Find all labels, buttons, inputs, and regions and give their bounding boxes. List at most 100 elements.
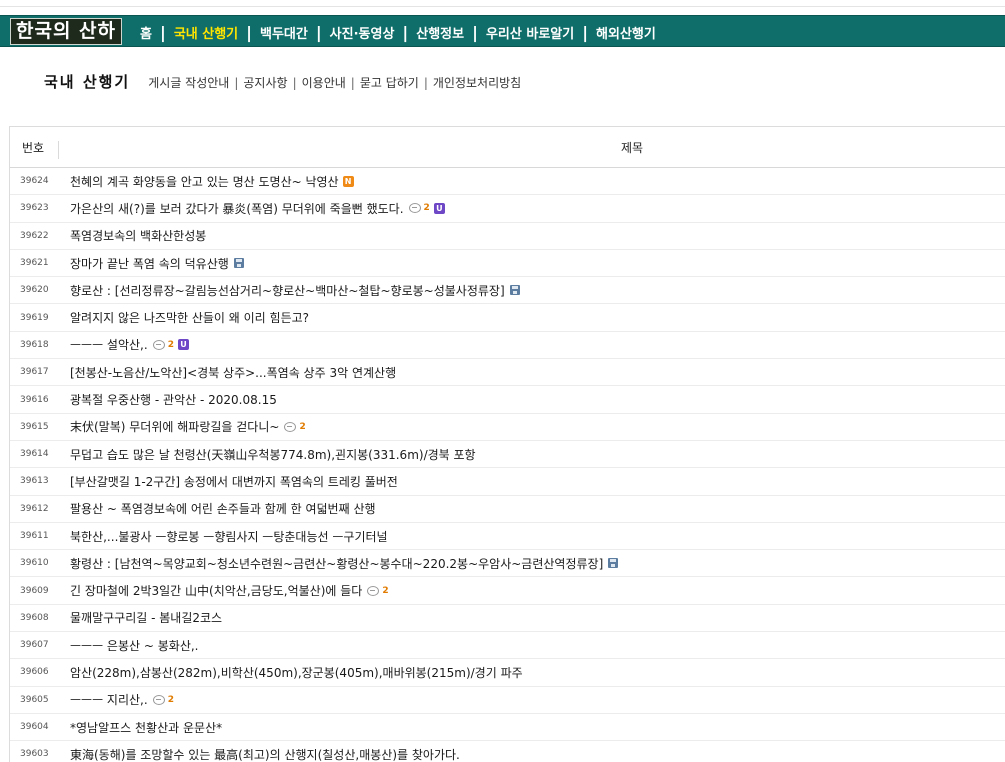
nav-separator: |: [402, 22, 409, 42]
post-row: 39622 폭염경보속의 백화산한성봉: [10, 223, 1005, 250]
post-title-link[interactable]: 광복절 우중산행 - 관악산 - 2020.08.15: [70, 391, 277, 408]
post-title-cell: 황령산 : [남천역~목양교회~청소년수련원~금련산~황령산~봉수대~220.2…: [70, 550, 619, 576]
post-row: 39620 향로산 : [선리정류장~갈림능선삼거리~향로산~백마산~철탑~향로봉…: [10, 277, 1005, 305]
post-title-cell: 팔용산 ~ 폭염경보속에 어린 손주들과 함께 한 여덟번째 산행: [70, 496, 376, 522]
updated-post-badge-icon: U: [177, 339, 189, 351]
nav-separator: |: [582, 22, 589, 42]
comment-count[interactable]: 2: [299, 422, 305, 432]
post-number: 39616: [20, 394, 49, 405]
board-link[interactable]: 개인정보처리방침: [433, 76, 521, 90]
post-number: 39617: [20, 367, 49, 378]
nav-separator: |: [315, 22, 322, 42]
site-logo[interactable]: 한국의 산하: [10, 18, 123, 45]
comment-count[interactable]: 2: [168, 340, 174, 350]
post-row: 39605 ㅡㅡㅡ 지리산,. 2: [10, 687, 1005, 714]
post-title-link[interactable]: 팔용산 ~ 폭염경보속에 어린 손주들과 함께 한 여덟번째 산행: [70, 500, 376, 517]
attachment-disk-icon: [509, 285, 520, 296]
board-subheader: 국내 산행기 게시글 작성안내 | 공지사항 | 이용안내 | 묻고 답하기 | 개인정보처리방…: [44, 70, 521, 92]
post-title-cell: ㅡㅡㅡ 은봉산 ~ 봉화산,.: [70, 632, 199, 658]
nav-item[interactable]: 산행정보: [416, 23, 464, 42]
nav-item[interactable]: 홈: [140, 23, 152, 42]
post-row: 39609 긴 장마철에 2박3일간 山中(치악산,금당도,억불산)에 들다 2: [10, 577, 1005, 605]
post-title-cell: 末伏(말복) 무더위에 해파랑길을 걷다니~ 2: [70, 414, 306, 440]
post-row: 39613 [부산갈맷길 1-2구간] 송정에서 대변까지 폭염속의 트레킹 풀버…: [10, 468, 1005, 496]
post-title-link[interactable]: 물깨말구구리길 - 봄내길2코스: [70, 609, 222, 626]
post-title-link[interactable]: ㅡㅡㅡ 지리산,.: [70, 691, 148, 708]
post-title-link[interactable]: ㅡㅡㅡ 설악산,.: [70, 336, 148, 353]
post-number: 39611: [20, 531, 49, 541]
nav-item[interactable]: 국내 산행기: [174, 23, 238, 42]
post-title-link[interactable]: 末伏(말복) 무더위에 해파랑길을 걷다니~: [70, 418, 279, 435]
post-title-cell: 북한산,...불광사 ㅡ향로봉 ㅡ향림사지 ㅡ탕춘대능선 ㅡ구기터널: [70, 523, 388, 549]
post-title-link[interactable]: [부산갈맷길 1-2구간] 송정에서 대변까지 폭염속의 트레킹 풀버전: [70, 473, 398, 490]
section-title: 국내 산행기: [44, 72, 131, 91]
nav-item-label[interactable]: 백두대간: [260, 23, 308, 42]
board-link[interactable]: 이용안내: [302, 76, 346, 90]
link-separator: |: [234, 75, 239, 90]
post-number: 39614: [20, 449, 49, 460]
post-row: 39611 북한산,...불광사 ㅡ향로봉 ㅡ향림사지 ㅡ탕춘대능선 ㅡ구기터널: [10, 523, 1005, 551]
post-number: 39621: [20, 258, 49, 269]
post-title-link[interactable]: ㅡㅡㅡ 은봉산 ~ 봉화산,.: [70, 637, 199, 654]
header-divider: [58, 141, 59, 159]
comment-icon: [152, 339, 165, 350]
post-title-cell: [부산갈맷길 1-2구간] 송정에서 대변까지 폭염속의 트레킹 풀버전: [70, 468, 398, 494]
post-title-link[interactable]: 폭염경보속의 백화산한성봉: [70, 227, 206, 244]
attachment-disk-icon: [608, 558, 619, 569]
post-title-link[interactable]: 東海(동해)를 조망할수 있는 最高(최고)의 산행지(칠성산,매봉산)를 찾아…: [70, 746, 460, 762]
nav-item-label[interactable]: 사진·동영상: [330, 23, 395, 42]
nav-item-label[interactable]: 홈: [140, 23, 152, 42]
nav-item[interactable]: 백두대간: [260, 23, 308, 42]
nav-item-label[interactable]: 산행정보: [416, 23, 464, 42]
post-title-link[interactable]: 향로산 : [선리정류장~갈림능선삼거리~향로산~백마산~철탑~향로봉~성불사정…: [70, 282, 505, 299]
post-title-link[interactable]: 장마가 끝난 폭염 속의 덕유산행: [70, 255, 229, 272]
post-title-link[interactable]: 무덥고 습도 많은 날 천령산(天嶺山우척봉774.8m),괸지봉(331.6m…: [70, 446, 476, 463]
post-row: 39606 암산(228m),삼봉산(282m),비학산(450m),장군봉(40…: [10, 659, 1005, 687]
post-rows: 39624 천혜의 계곡 화양동을 안고 있는 명산 도명산~ 낙영산 N 39623…: [10, 168, 1005, 762]
board-link[interactable]: 공지사항: [243, 76, 287, 90]
link-separator: |: [423, 75, 428, 90]
board-link[interactable]: 묻고 답하기: [360, 76, 419, 90]
post-title-link[interactable]: *영남알프스 천황산과 운문산*: [70, 719, 222, 736]
post-row: 39607 ㅡㅡㅡ 은봉산 ~ 봉화산,.: [10, 632, 1005, 660]
post-title-cell: ㅡㅡㅡ 설악산,. 2 U: [70, 332, 189, 358]
post-title-link[interactable]: [천봉산-노음산/노악산]<경북 상주>...폭염속 상주 3악 연계산행: [70, 364, 396, 381]
post-title-cell: 東海(동해)를 조망할수 있는 最高(최고)의 산행지(칠성산,매봉산)를 찾아…: [70, 741, 460, 762]
nav-item[interactable]: 사진·동영상: [330, 23, 395, 42]
board-link[interactable]: 게시글 작성안내: [148, 76, 229, 90]
post-number: 39623: [20, 203, 49, 214]
post-title-link[interactable]: 알려지지 않은 나즈막한 산들이 왜 이리 힘든고?: [70, 309, 309, 326]
top-navigation-bar: 한국의 산하 홈 | 국내 산행기 | 백두대간 | 사진·동영상 | 산행정보 | 우리산 바로알…: [0, 15, 1005, 47]
post-row: 39615 末伏(말복) 무더위에 해파랑길을 걷다니~ 2: [10, 414, 1005, 441]
column-header-subject: 제목: [621, 141, 644, 155]
post-title-link[interactable]: 북한산,...불광사 ㅡ향로봉 ㅡ향림사지 ㅡ탕춘대능선 ㅡ구기터널: [70, 528, 388, 545]
post-number: 39620: [20, 285, 49, 296]
post-row: 39603 東海(동해)를 조망할수 있는 最高(최고)의 산행지(칠성산,매봉산…: [10, 741, 1005, 762]
post-title-cell: 암산(228m),삼봉산(282m),비학산(450m),장군봉(405m),매…: [70, 659, 523, 685]
post-title-link[interactable]: 황령산 : [남천역~목양교회~청소년수련원~금련산~황령산~봉수대~220.2…: [70, 555, 603, 572]
nav-item-label[interactable]: 해외산행기: [596, 23, 656, 42]
post-row: 39618 ㅡㅡㅡ 설악산,. 2 U: [10, 332, 1005, 360]
attachment-disk-icon: [233, 258, 244, 269]
post-number: 39607: [20, 640, 49, 651]
post-row: 39610 황령산 : [남천역~목양교회~청소년수련원~금련산~황령산~봉수대~…: [10, 550, 1005, 578]
comment-count[interactable]: 2: [168, 695, 174, 705]
post-title-link[interactable]: 암산(228m),삼봉산(282m),비학산(450m),장군봉(405m),매…: [70, 664, 523, 681]
post-title-link[interactable]: 천혜의 계곡 화양동을 안고 있는 명산 도명산~ 낙영산: [70, 173, 339, 190]
nav-item-label[interactable]: 국내 산행기: [174, 23, 238, 42]
post-number: 39605: [20, 694, 49, 705]
post-row: 39621 장마가 끝난 폭염 속의 덕유산행: [10, 250, 1005, 278]
post-title-cell: 물깨말구구리길 - 봄내길2코스: [70, 605, 222, 631]
comment-count[interactable]: 2: [382, 586, 388, 596]
nav-item-label[interactable]: 우리산 바로알기: [486, 23, 574, 42]
comment-icon: [367, 585, 380, 596]
nav-item[interactable]: 우리산 바로알기: [486, 23, 574, 42]
post-number: 39604: [20, 722, 49, 733]
post-title-link[interactable]: 긴 장마철에 2박3일간 山中(치악산,금당도,억불산)에 들다: [70, 582, 362, 599]
comment-count[interactable]: 2: [424, 203, 430, 213]
post-list-board: 번호 제목 39624 천혜의 계곡 화양동을 안고 있는 명산 도명산~ 낙영산…: [9, 126, 1005, 762]
nav-separator: |: [246, 22, 252, 42]
post-title-link[interactable]: 가은산의 새(?)를 보러 갔다가 暴炎(폭염) 무더위에 죽을뻔 했도다.: [70, 200, 404, 217]
nav-item[interactable]: 해외산행기: [596, 23, 656, 42]
post-number: 39609: [20, 585, 49, 596]
